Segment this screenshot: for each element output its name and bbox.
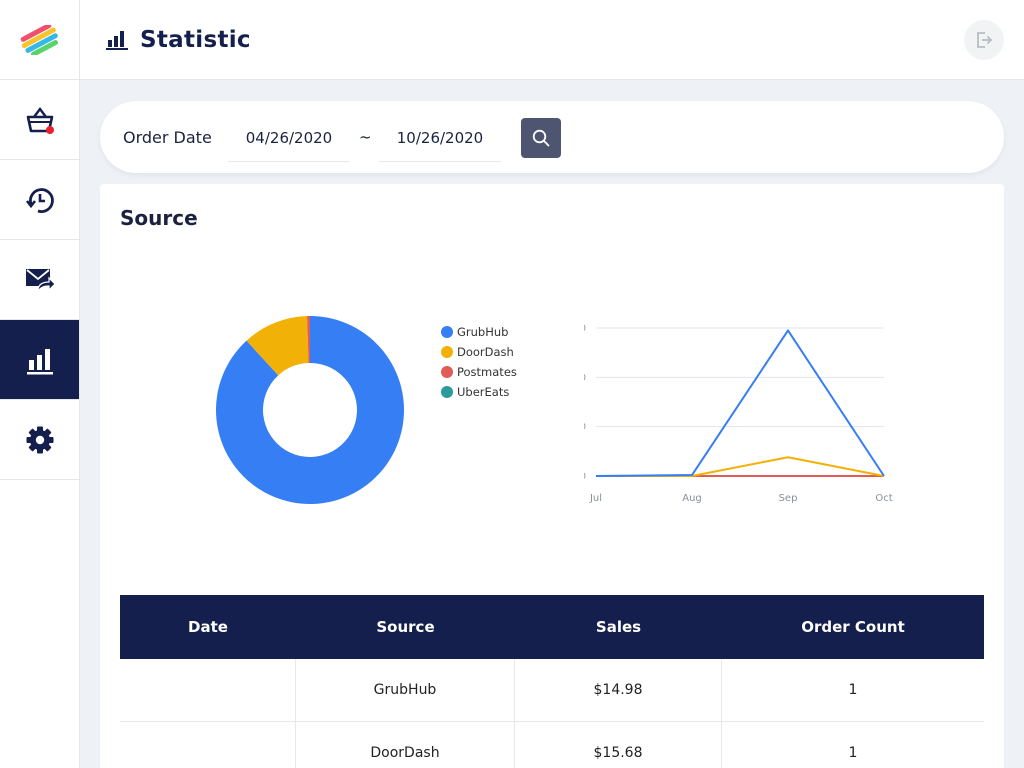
- search-icon: [532, 129, 550, 147]
- source-cell: DoorDash: [296, 722, 515, 768]
- end-date-input[interactable]: [379, 114, 501, 162]
- gear-icon: [26, 426, 53, 453]
- column-header-sales: Sales: [595, 618, 642, 636]
- source-line-chart: 0 100 200 300 Jul Aug Sep Oct: [584, 324, 893, 504]
- sales-cell: $14.98: [515, 659, 722, 721]
- legend-item-doordash[interactable]: DoorDash: [441, 342, 517, 362]
- sidebar: [0, 0, 80, 768]
- date-cell: [120, 659, 296, 721]
- clock-history-icon: [25, 187, 54, 213]
- table-row: DoorDash $15.68 1: [120, 722, 984, 768]
- legend-item-postmates[interactable]: Postmates: [441, 362, 517, 382]
- source-cell: GrubHub: [296, 659, 515, 721]
- sidebar-item-messages[interactable]: [0, 240, 79, 320]
- chart-legend: GrubHub DoorDash Postmates UberEats: [441, 322, 517, 402]
- logo-icon: [20, 24, 58, 55]
- sidebar-item-statistic[interactable]: [0, 320, 79, 400]
- logout-icon: [977, 32, 993, 48]
- legend-label: Postmates: [457, 365, 517, 379]
- y-tick-label: 100: [584, 423, 586, 433]
- sales-cell: $15.68: [515, 722, 722, 768]
- column-header-order-count: Order Count: [801, 618, 905, 636]
- y-tick-label: 300: [584, 324, 586, 334]
- y-tick-label: 0: [584, 472, 586, 482]
- series-line-grubhub: [595, 329, 885, 477]
- column-header-date: Date: [188, 618, 228, 636]
- legend-label: DoorDash: [457, 345, 514, 359]
- legend-swatch: [441, 346, 453, 358]
- section-title: Source: [120, 206, 198, 230]
- page-title: Statistic: [140, 26, 251, 53]
- legend-swatch: [441, 386, 453, 398]
- legend-item-grubhub[interactable]: GrubHub: [441, 322, 517, 342]
- date-range-separator: ~: [359, 128, 372, 146]
- logout-button[interactable]: [964, 20, 1004, 60]
- order-count-cell: 1: [848, 682, 858, 698]
- app-logo[interactable]: [0, 0, 79, 80]
- x-tick-label: Sep: [779, 493, 798, 504]
- legend-label: UberEats: [457, 385, 510, 399]
- date-cell: [120, 722, 296, 768]
- order-count-cell: 1: [848, 745, 858, 761]
- series-line-doordash: [596, 456, 885, 477]
- x-tick-label: Aug: [682, 493, 702, 504]
- legend-swatch: [441, 326, 453, 338]
- sidebar-item-history[interactable]: [0, 160, 79, 240]
- x-tick-label: Jul: [589, 493, 602, 504]
- bar-chart-icon: [26, 348, 53, 374]
- source-table: Date Source Sales Order Count GrubHub $1…: [120, 595, 984, 768]
- search-button[interactable]: [521, 118, 561, 158]
- legend-label: GrubHub: [457, 325, 509, 339]
- source-card: Source GrubHub DoorDash Postmates UberEats …: [100, 184, 1004, 768]
- sidebar-item-settings[interactable]: [0, 400, 79, 480]
- y-tick-label: 200: [584, 373, 586, 383]
- table-header: Date Source Sales Order Count: [120, 595, 984, 659]
- top-header: Statistic: [80, 0, 1024, 80]
- x-tick-label: Oct: [875, 493, 892, 504]
- mail-forward-icon: [25, 268, 56, 293]
- table-row: GrubHub $14.98 1: [120, 659, 984, 722]
- basket-icon: [26, 106, 54, 134]
- start-date-input[interactable]: [228, 114, 350, 162]
- legend-item-ubereats[interactable]: UberEats: [441, 382, 517, 402]
- bar-chart-icon: [106, 30, 128, 50]
- sidebar-item-orders[interactable]: [0, 80, 79, 160]
- legend-swatch: [441, 366, 453, 378]
- source-donut-chart: [216, 316, 404, 504]
- column-header-source: Source: [376, 618, 435, 636]
- order-date-label: Order Date: [123, 128, 212, 147]
